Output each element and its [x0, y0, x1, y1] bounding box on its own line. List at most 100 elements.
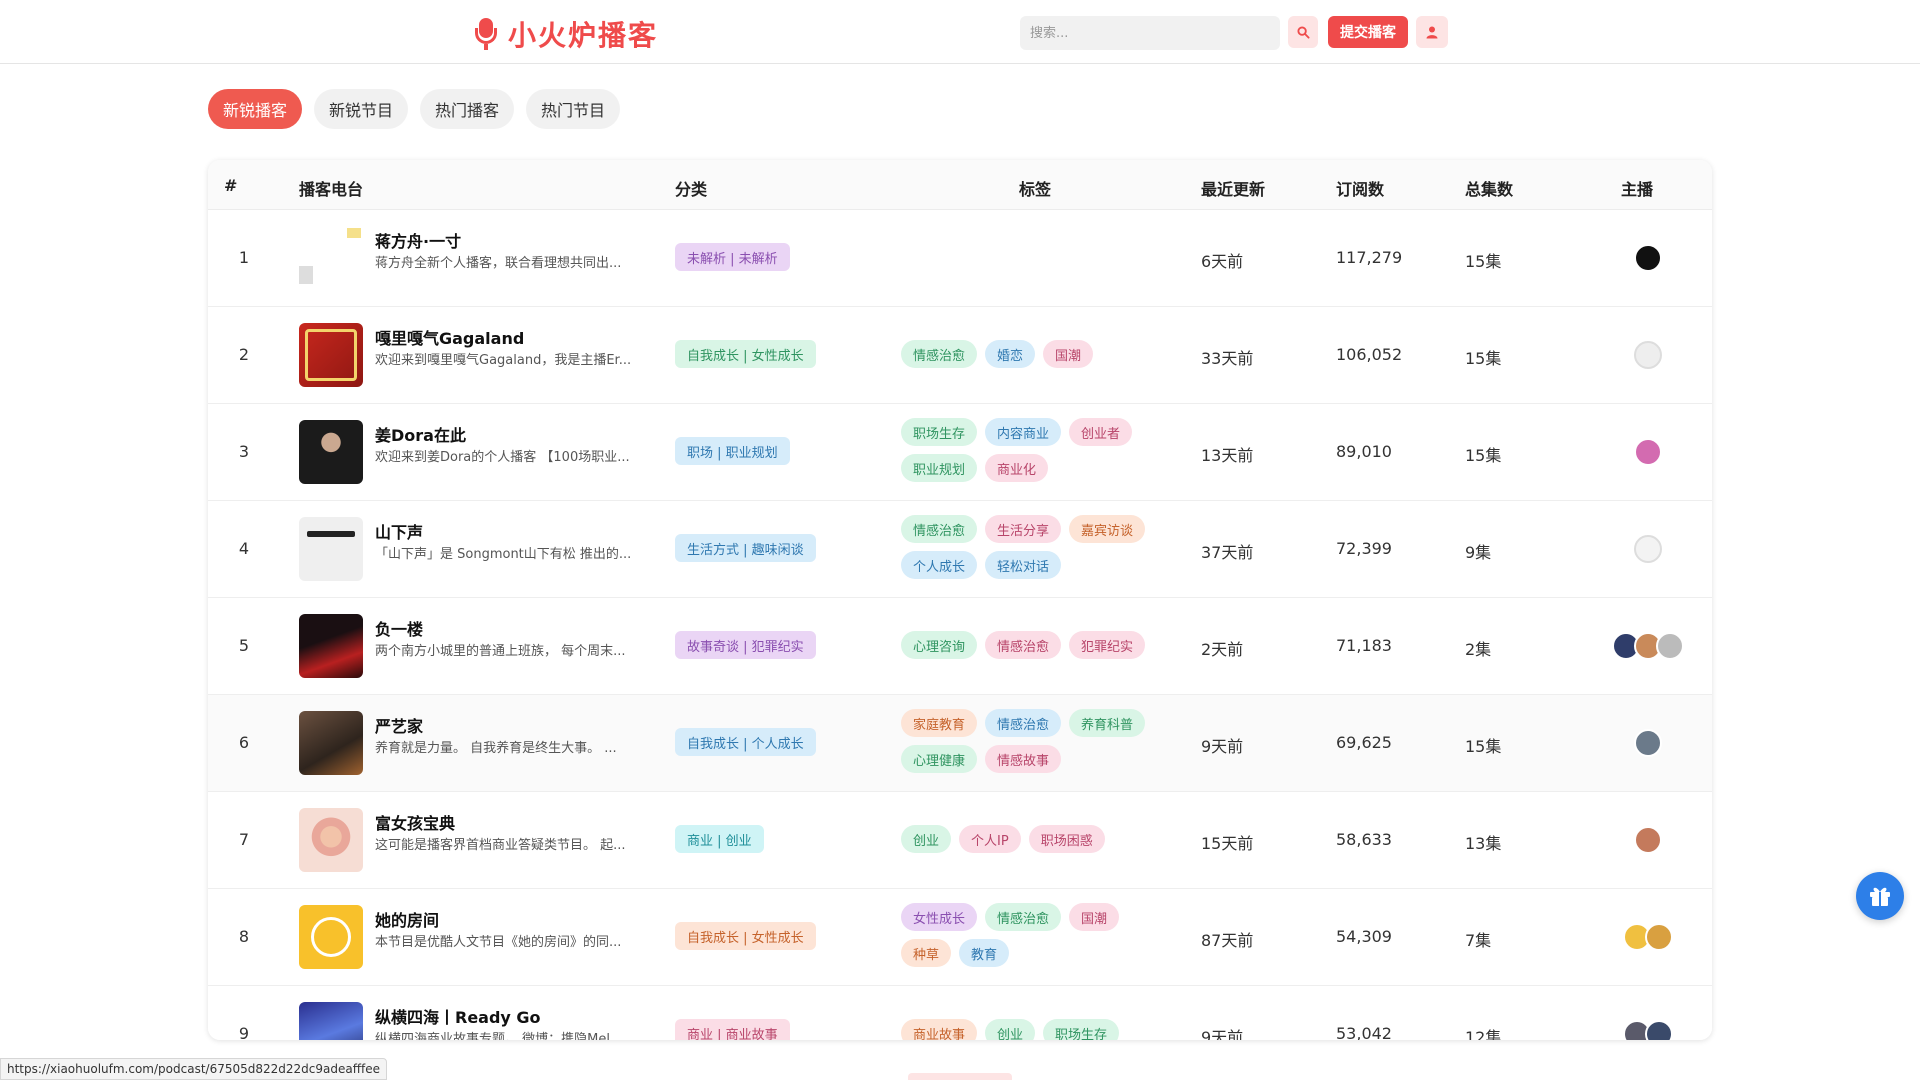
tag-chip[interactable]: 国潮	[1043, 340, 1094, 368]
podcast-cover[interactable]	[299, 1002, 363, 1040]
host-avatar[interactable]	[1645, 1020, 1673, 1040]
tag-chip[interactable]: 婚恋	[985, 340, 1036, 368]
category-badge[interactable]: 未解析 | 未解析	[675, 243, 790, 271]
tag-chip[interactable]: 嘉宾访谈	[1069, 515, 1146, 543]
podcast-cover[interactable]	[299, 517, 363, 581]
site-logo[interactable]: 小火炉播客	[474, 14, 658, 54]
tag-chip[interactable]: 情感治愈	[901, 340, 978, 368]
user-button[interactable]	[1416, 16, 1448, 48]
column-header-subscribers[interactable]: 订阅数	[1336, 176, 1384, 200]
tag-chip[interactable]: 生活分享	[985, 515, 1062, 543]
table-row[interactable]: 1 蒋方舟·一寸 蒋方舟全新个人播客，联合看理想共同出... 未解析 | 未解析 6天前…	[208, 210, 1712, 307]
podcast-cover[interactable]	[299, 711, 363, 775]
tag-chip[interactable]: 情感故事	[985, 745, 1062, 773]
tag-chip[interactable]: 商业故事	[901, 1019, 978, 1040]
category-badge[interactable]: 生活方式 | 趣味闲谈	[675, 534, 816, 562]
podcast-cover[interactable]	[299, 226, 363, 290]
tag-chip[interactable]: 情感治愈	[985, 709, 1062, 737]
table-row[interactable]: 5 负一楼 两个南方小城里的普通上班族， 每个周末... 故事奇谈 | 犯罪纪实 心理咨…	[208, 598, 1712, 695]
podcast-name[interactable]: 富女孩宝典	[375, 810, 455, 834]
column-header-rank: #	[224, 176, 238, 195]
episode-count: 2集	[1465, 640, 1492, 659]
host-avatars	[1598, 1020, 1698, 1040]
table-row[interactable]: 2 嘎里嘎气Gagaland 欢迎来到嘎里嘎气Gagaland，我是主播Er... 自…	[208, 307, 1712, 404]
podcast-name[interactable]: 纵横四海丨Ready Go	[375, 1004, 541, 1028]
table-row[interactable]: 4 山下声 「山下声」是 Songmont山下有松 推出的... 生活方式 | 趣味闲…	[208, 501, 1712, 598]
tag-chip[interactable]: 个人IP	[959, 825, 1021, 853]
tag-chip[interactable]: 创业者	[1069, 418, 1133, 446]
tag-list: 心理咨询 情感治愈 犯罪纪实	[901, 631, 1161, 659]
tag-chip[interactable]: 教育	[959, 939, 1010, 967]
tag-chip[interactable]: 内容商业	[985, 418, 1062, 446]
rank-number: 9	[238, 1024, 250, 1040]
host-avatar[interactable]	[1634, 244, 1662, 272]
pagination-stub[interactable]	[908, 1073, 1012, 1080]
tab-hot-podcasts[interactable]: 热门播客	[420, 89, 515, 129]
tab-new-podcasts[interactable]: 新锐播客	[208, 89, 303, 129]
tag-chip[interactable]: 情感治愈	[901, 515, 978, 543]
tag-chip[interactable]: 创业	[901, 825, 952, 853]
tab-new-episodes[interactable]: 新锐节目	[314, 89, 409, 129]
podcast-name[interactable]: 她的房间	[375, 907, 439, 931]
tag-chip[interactable]: 心理健康	[901, 745, 978, 773]
category-badge[interactable]: 商业 | 商业故事	[675, 1019, 790, 1040]
podcast-name[interactable]: 严艺家	[375, 713, 423, 737]
tag-chip[interactable]: 商业化	[985, 454, 1049, 482]
tag-chip[interactable]: 职业规划	[901, 454, 978, 482]
tag-chip[interactable]: 轻松对话	[985, 551, 1062, 579]
category-badge[interactable]: 故事奇谈 | 犯罪纪实	[675, 631, 816, 659]
category-badge[interactable]: 自我成长 | 个人成长	[675, 728, 816, 756]
host-avatar[interactable]	[1634, 438, 1662, 466]
category-badge[interactable]: 自我成长 | 女性成长	[675, 340, 816, 368]
category-badge[interactable]: 商业 | 创业	[675, 825, 764, 853]
tag-chip[interactable]: 职场困惑	[1028, 825, 1105, 853]
table-row[interactable]: 6 严艺家 养育就是力量。 自我养育是终生大事。 ... 自我成长 | 个人成长 家庭教…	[208, 695, 1712, 792]
podcast-name[interactable]: 嘎里嘎气Gagaland	[375, 325, 524, 349]
tag-chip[interactable]: 家庭教育	[901, 709, 978, 737]
tag-list: 职场生存 内容商业 创业者职业规划 商业化	[901, 418, 1161, 482]
host-avatar[interactable]	[1645, 923, 1673, 951]
tag-chip[interactable]: 心理咨询	[901, 631, 978, 659]
tag-chip[interactable]: 种草	[901, 939, 952, 967]
table-row[interactable]: 9 纵横四海丨Ready Go 纵横四海商业故事专题。 微博：携隐Mel... 商业 …	[208, 986, 1712, 1040]
table-row[interactable]: 3 姜Dora在此 欢迎来到姜Dora的个人播客 【100场职业... 职场 | 职业…	[208, 404, 1712, 501]
tag-chip[interactable]: 职场生存	[901, 418, 978, 446]
host-avatar[interactable]	[1656, 632, 1684, 660]
column-header-updated[interactable]: 最近更新	[1201, 176, 1265, 200]
tag-chip[interactable]: 情感治愈	[985, 903, 1062, 931]
tab-hot-episodes[interactable]: 热门节目	[526, 89, 621, 129]
host-avatar[interactable]	[1634, 341, 1662, 369]
tag-chip[interactable]: 犯罪纪实	[1069, 631, 1146, 659]
host-avatar[interactable]	[1634, 535, 1662, 563]
podcast-description: 养育就是力量。 自我养育是终生大事。 ...	[375, 741, 617, 756]
podcast-cover[interactable]	[299, 420, 363, 484]
podcast-name[interactable]: 蒋方舟·一寸	[375, 228, 461, 252]
tag-chip[interactable]: 职场生存	[1043, 1019, 1120, 1040]
tag-chip[interactable]: 情感治愈	[985, 631, 1062, 659]
column-header-episodes[interactable]: 总集数	[1465, 176, 1513, 200]
host-avatar[interactable]	[1634, 729, 1662, 757]
table-row[interactable]: 7 富女孩宝典 这可能是播客界首档商业答疑类节目。 起... 商业 | 创业 创业 个人I…	[208, 792, 1712, 889]
table-row[interactable]: 8 她的房间 本节目是优酷人文节目《她的房间》的同... 自我成长 | 女性成长 女性成…	[208, 889, 1712, 986]
tag-chip[interactable]: 国潮	[1069, 903, 1120, 931]
tag-chip[interactable]: 女性成长	[901, 903, 978, 931]
search-input[interactable]	[1020, 16, 1280, 50]
gift-button[interactable]	[1856, 872, 1904, 920]
tag-chip[interactable]: 创业	[985, 1019, 1036, 1040]
podcast-cover[interactable]	[299, 614, 363, 678]
podcast-cover[interactable]	[299, 808, 363, 872]
subscriber-count: 54,309	[1336, 927, 1392, 946]
category-badge[interactable]: 职场 | 职业规划	[675, 437, 790, 465]
submit-podcast-button[interactable]: 提交播客	[1328, 16, 1408, 48]
rank-number: 7	[238, 830, 250, 849]
podcast-cover[interactable]	[299, 905, 363, 969]
host-avatar[interactable]	[1634, 826, 1662, 854]
podcast-cover[interactable]	[299, 323, 363, 387]
podcast-name[interactable]: 负一楼	[375, 616, 423, 640]
search-button[interactable]	[1288, 16, 1318, 48]
category-badge[interactable]: 自我成长 | 女性成长	[675, 922, 816, 950]
tag-chip[interactable]: 个人成长	[901, 551, 978, 579]
podcast-name[interactable]: 姜Dora在此	[375, 422, 466, 446]
tag-chip[interactable]: 养育科普	[1069, 709, 1146, 737]
podcast-name[interactable]: 山下声	[375, 519, 423, 543]
